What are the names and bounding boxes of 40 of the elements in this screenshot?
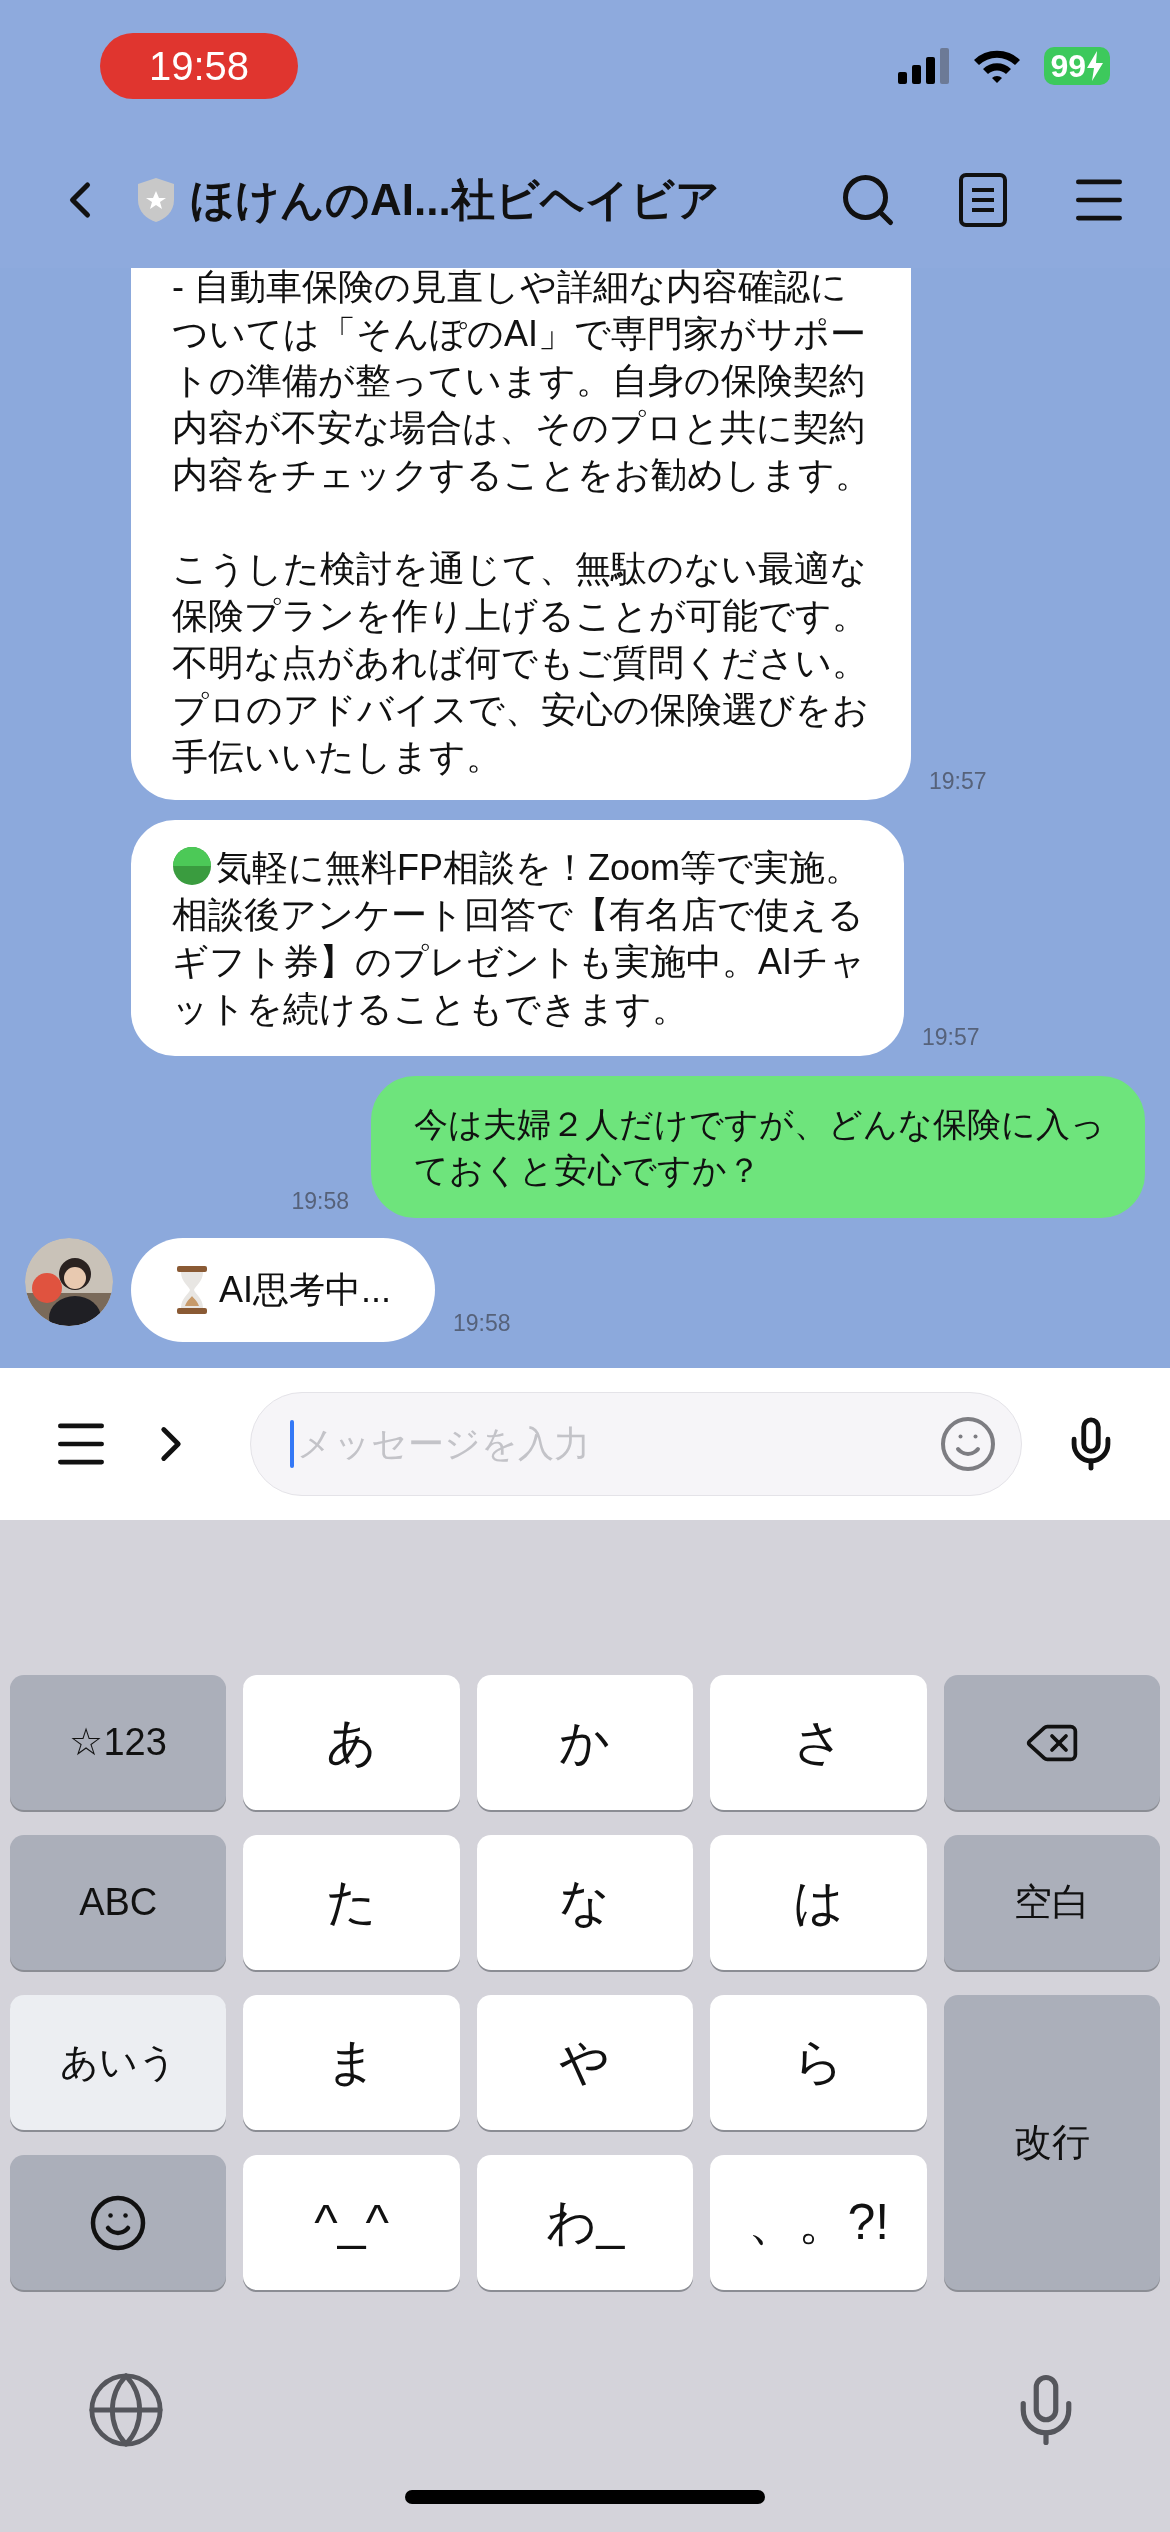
message-bubble: 今は夫婦２人だけですが、どんな保険に入っておくと安心ですか？ xyxy=(371,1076,1145,1218)
status-time: 19:58 xyxy=(100,33,298,99)
message-text: - 自動車保険の見直しや詳細な内容確認については「そんぽのAI」で専門家がサポートの準備が整っています。自身の保険契約内容が不安な場合は、そのプロと共に契約内容をチェックすることをお勧めします。 xyxy=(172,265,872,497)
message-time: 19:58 xyxy=(291,1186,349,1216)
note-icon[interactable] xyxy=(958,172,1008,228)
keyboard-key[interactable]: な xyxy=(476,1835,694,1970)
bolt-icon xyxy=(1086,51,1104,81)
keyboard-key[interactable]: ら xyxy=(710,1995,927,2130)
chat-title: ほけんのAI...社ビヘイビア xyxy=(190,174,720,226)
keyboard-key[interactable]: 、。?! xyxy=(710,2155,927,2290)
keyboard-key[interactable]: ^_^ xyxy=(243,2155,460,2290)
keyboard-key[interactable]: ABC xyxy=(10,1835,227,1970)
message-bubble: 気軽に無料FP相談を！Zoom等で実施。相談後アンケート回答で【有名店で使えるギフト券】のプレゼントも実施中。AIチャットを続けることもできます。 xyxy=(131,820,904,1056)
shield-icon xyxy=(136,177,176,223)
emoji-icon[interactable] xyxy=(938,1414,998,1474)
hourglass-icon xyxy=(175,1265,209,1315)
message-time: 19:58 xyxy=(453,1309,511,1336)
signal-icon xyxy=(898,48,951,84)
message-time: 19:57 xyxy=(929,767,987,794)
message-time: 19:57 xyxy=(922,1023,980,1050)
keyboard-key[interactable]: わ_ xyxy=(476,2155,694,2290)
message-bubble: AI思考中... xyxy=(131,1238,436,1342)
keyboard-key[interactable]: は xyxy=(710,1835,927,1970)
keyboard-key[interactable]: 改行 xyxy=(943,1995,1160,2290)
keyboard-key[interactable]: 空白 xyxy=(943,1835,1160,1970)
keyboard-key[interactable] xyxy=(943,1675,1160,1810)
keyboard-key[interactable]: や xyxy=(476,1995,694,2130)
keyboard-key[interactable]: ☆123 xyxy=(10,1675,227,1810)
keyboard-key[interactable]: さ xyxy=(710,1675,927,1810)
keyboard-key[interactable]: た xyxy=(243,1835,460,1970)
text-cursor xyxy=(290,1420,294,1468)
circle-icon xyxy=(172,846,212,886)
keyboard-key[interactable]: ま xyxy=(243,1995,460,2130)
keyboard-key[interactable] xyxy=(10,2155,227,2290)
wifi-icon xyxy=(972,48,1023,84)
keyboard-key[interactable]: あいう xyxy=(10,1995,227,2130)
keyboard-key[interactable]: か xyxy=(476,1675,694,1810)
message-text: こうした検討を通じて、無駄のない最適な保険プランを作り上げることが可能です。不明な点があれば何でもご質問ください。プロのアドバイスで、安心の保険選びをお手伝いいたします。 xyxy=(172,547,870,779)
battery-indicator: 99 xyxy=(1044,47,1110,85)
keyboard-key[interactable]: あ xyxy=(243,1675,460,1810)
